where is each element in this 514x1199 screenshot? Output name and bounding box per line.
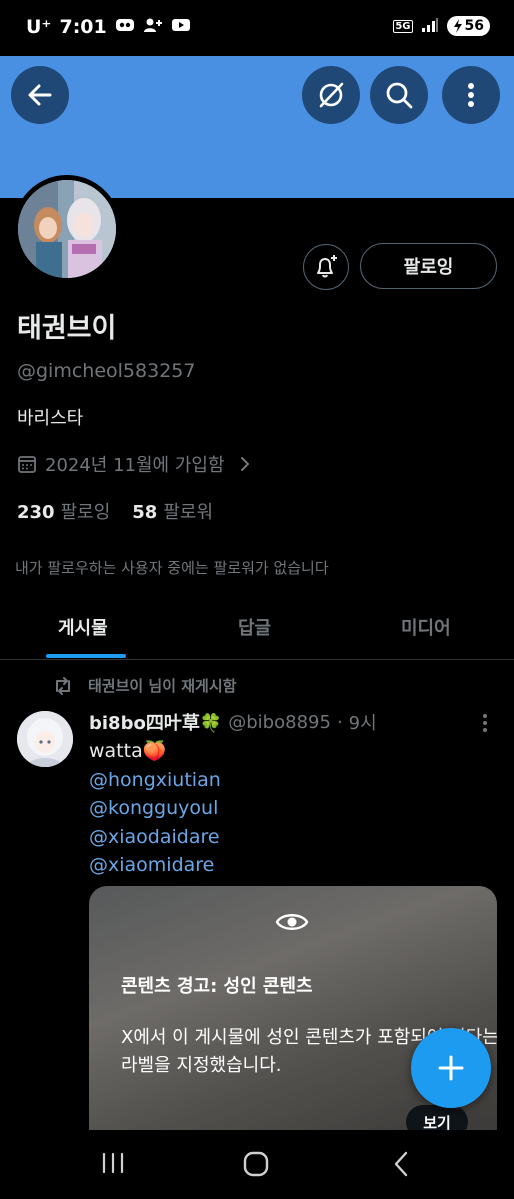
profile-name: 태권브이 xyxy=(17,313,117,344)
following-count: 230 xyxy=(17,502,55,523)
home-icon xyxy=(243,1151,269,1177)
more-vertical-icon xyxy=(468,83,474,107)
recent-apps-icon xyxy=(102,1152,124,1174)
followed-by-note: 내가 팔로우하는 사용자 중에는 팔로워가 없습니다 xyxy=(15,559,329,577)
post-author-avatar[interactable] xyxy=(17,711,73,767)
eye-icon xyxy=(275,914,309,930)
notification-subscribe-button[interactable] xyxy=(303,244,349,290)
mention-link[interactable]: @xiaomidare xyxy=(89,851,221,880)
bell-plus-icon xyxy=(317,255,337,278)
followers-label: 팔로워 xyxy=(163,502,214,523)
app-notification-icon xyxy=(115,16,135,38)
following-stat[interactable]: 230 팔로잉 xyxy=(17,498,110,524)
tab-media[interactable]: 미디어 xyxy=(401,614,451,640)
repost-indicator: 태권브이 님이 재게시함 xyxy=(52,675,236,696)
followers-count: 58 xyxy=(132,502,158,523)
profile-avatar-frame[interactable] xyxy=(13,175,121,283)
back-arrow-icon xyxy=(28,84,52,106)
more-options-button[interactable] xyxy=(442,66,500,124)
signal-icon xyxy=(421,17,439,36)
post-author-name[interactable]: bi8bo四叶草🍀 xyxy=(89,709,222,735)
add-person-icon xyxy=(143,16,163,38)
mention-link[interactable]: @kongguyoul xyxy=(89,794,221,823)
repost-icon xyxy=(56,676,70,695)
calendar-icon xyxy=(18,456,36,473)
chevron-right-icon xyxy=(240,457,249,471)
charging-icon xyxy=(453,19,462,33)
plus-icon xyxy=(438,1055,464,1081)
time-label: 7:01 xyxy=(59,16,107,38)
network-label: 5G xyxy=(393,19,413,33)
joined-date: 2024년 11월에 가입함 xyxy=(45,455,225,476)
profile-bio: 바리스타 xyxy=(17,408,84,429)
system-navigation-bar xyxy=(0,1130,514,1199)
following-button[interactable]: 팔로잉 xyxy=(360,243,497,289)
post-header: bi8bo四叶草🍀 @bibo8895 · 9시 xyxy=(89,709,377,735)
following-label: 팔로잉 xyxy=(60,502,111,523)
more-vertical-icon xyxy=(483,714,487,732)
mention-link[interactable]: @hongxiutian xyxy=(89,766,221,795)
search-button[interactable] xyxy=(370,66,428,124)
battery-indicator: 56 xyxy=(446,16,490,36)
home-button[interactable] xyxy=(242,1150,270,1182)
back-nav-button[interactable] xyxy=(390,1150,414,1182)
avatar-image xyxy=(18,180,116,278)
youtube-icon xyxy=(171,16,191,38)
repost-label: 태권브이 님이 재게시함 xyxy=(88,677,237,695)
grok-icon xyxy=(319,82,344,108)
grok-button[interactable] xyxy=(302,66,360,124)
search-icon xyxy=(386,82,413,109)
recent-apps-button[interactable] xyxy=(100,1150,126,1180)
post-time: 9시 xyxy=(348,713,377,734)
profile-handle: @gimcheol583257 xyxy=(17,360,196,382)
active-tab-indicator xyxy=(46,654,126,658)
compose-post-button[interactable] xyxy=(411,1028,491,1108)
carrier-label: U⁺ xyxy=(26,16,52,38)
joined-date-row[interactable]: 2024년 11월에 가입함 xyxy=(17,451,253,477)
tab-posts[interactable]: 게시물 xyxy=(58,614,108,640)
post-meta-separator: · xyxy=(336,711,343,733)
post-text: watta🍑 xyxy=(89,740,167,762)
follow-stats: 230 팔로잉 58 팔로워 xyxy=(17,498,213,524)
profile-avatar[interactable] xyxy=(18,180,116,278)
back-chevron-icon xyxy=(394,1151,408,1177)
post-avatar-image xyxy=(17,711,73,767)
back-button[interactable] xyxy=(11,66,69,124)
followers-stat[interactable]: 58 팔로워 xyxy=(132,498,213,524)
tab-replies[interactable]: 답글 xyxy=(238,614,271,640)
post-body: watta🍑 @hongxiutian @kongguyoul @xiaodai… xyxy=(89,737,221,880)
profile-tabs: 게시물 답글 미디어 xyxy=(0,600,514,660)
content-warning-title: 콘텐츠 경고: 성인 콘텐츠 xyxy=(121,976,313,997)
mention-link[interactable]: @xiaodaidare xyxy=(89,823,221,852)
post-more-button[interactable] xyxy=(478,712,492,738)
status-bar: U⁺ 7:01 5G 56 xyxy=(0,0,514,56)
battery-level: 56 xyxy=(464,18,484,34)
post-author-handle[interactable]: @bibo8895 xyxy=(228,712,331,733)
